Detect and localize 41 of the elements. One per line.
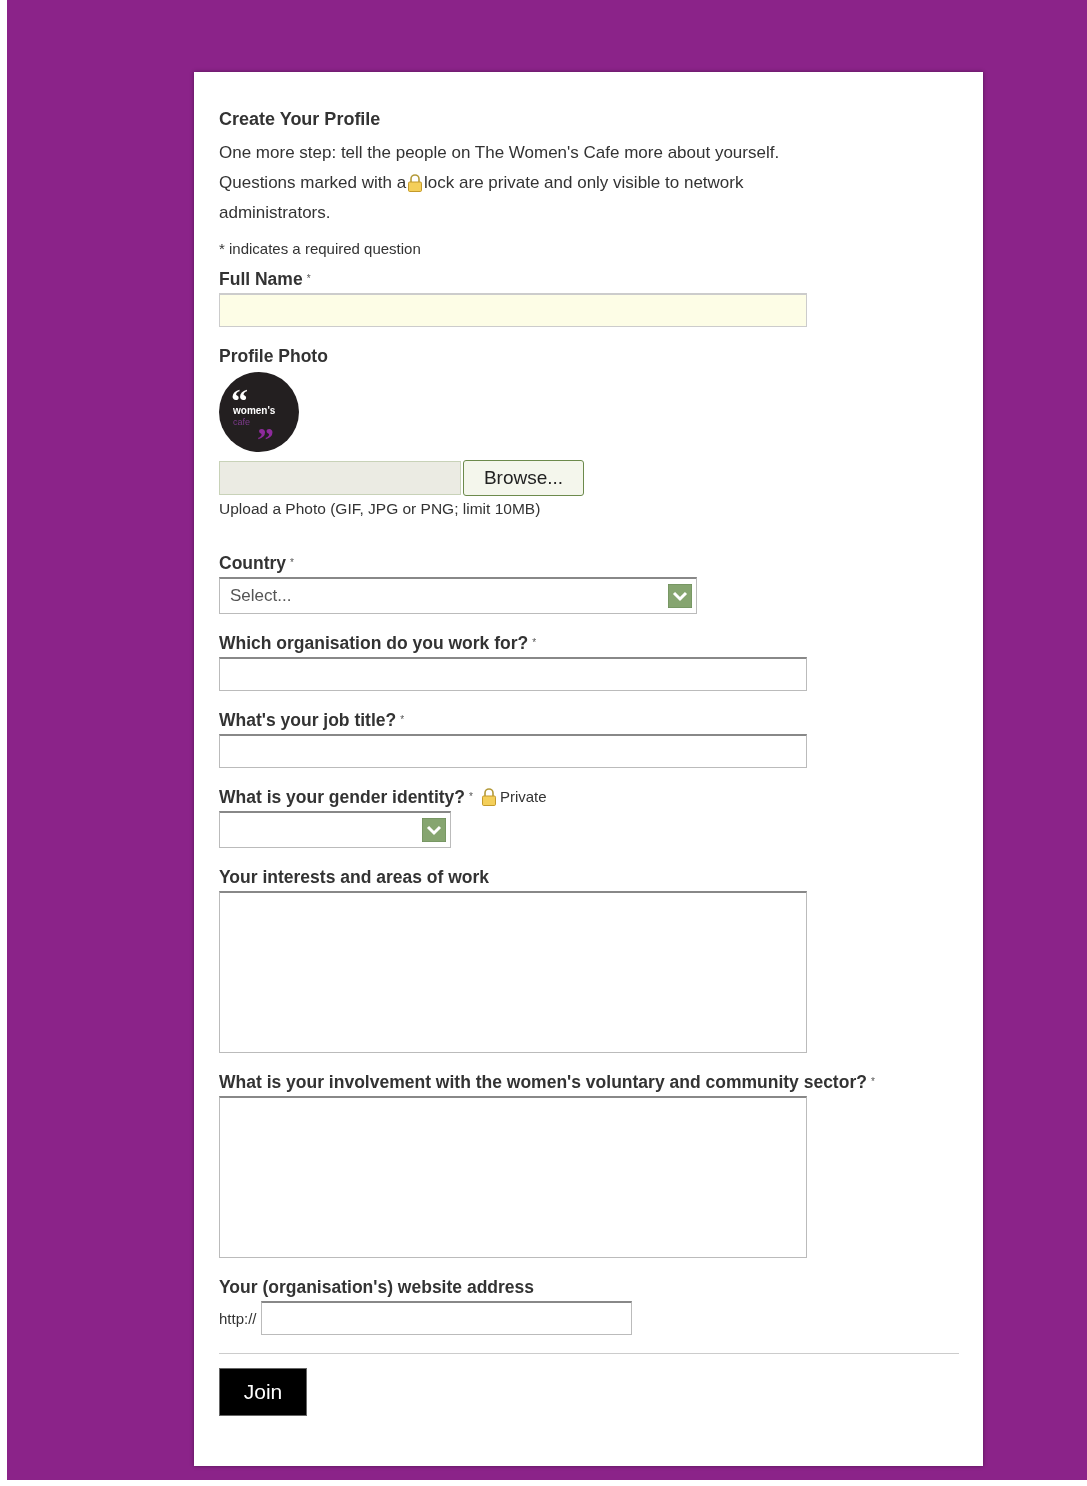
required-mark: * (870, 1075, 875, 1089)
required-note: * indicates a required question (219, 239, 422, 259)
required-mark: * (290, 556, 294, 570)
field-label: Which organisation do you work for? (219, 632, 529, 654)
form-title: Create Your Profile (219, 108, 382, 131)
text-area[interactable] (219, 891, 807, 1053)
field-label: Full Name (219, 268, 303, 290)
field-label: Your (organisation's) website address (219, 1276, 535, 1298)
browse-button[interactable]: Browse... (463, 460, 584, 496)
required-mark: * (400, 713, 405, 727)
field-label: Country (219, 552, 287, 574)
intro-text: One more step: tell the people on The Women's Cafe more about yourself. (219, 142, 780, 164)
lock-icon (480, 788, 497, 806)
profile-photo-logo: “women's cafe ” (219, 372, 299, 452)
intro-text: Questions marked with a (219, 172, 407, 194)
dropdown-arrow-icon (422, 818, 446, 842)
select-value: Select... (230, 586, 292, 606)
upload-hint: Upload a Photo (GIF, JPG or PNG; limit 10MB) (219, 500, 541, 518)
field-label: Your interests and areas of work (219, 866, 490, 888)
select-field[interactable]: Select... (219, 577, 697, 614)
lock-icon (407, 174, 424, 192)
intro-text: administrators. (219, 202, 331, 224)
text-field[interactable] (219, 734, 807, 768)
field-label: What is your gender identity? (219, 786, 465, 808)
required-mark: * (306, 272, 311, 286)
text-area[interactable] (219, 1096, 807, 1258)
required-mark: * (469, 790, 473, 804)
dropdown-arrow-icon (668, 584, 692, 608)
file-path-field[interactable] (219, 461, 461, 495)
url-prefix: http:// (219, 1309, 257, 1327)
join-button[interactable]: Join (219, 1368, 307, 1416)
text-field[interactable] (219, 293, 807, 327)
text-field[interactable] (219, 657, 807, 691)
field-label: What's your job title? (219, 709, 397, 731)
select-field[interactable] (219, 811, 451, 848)
field-label: What is your involvement with the women's voluntary and community sector? (219, 1071, 867, 1093)
private-label: Private (499, 787, 547, 807)
required-mark: * (532, 636, 537, 650)
field-label: Profile Photo (219, 345, 328, 367)
url-field[interactable] (260, 1301, 632, 1335)
intro-text: lock are private and only visible to network (424, 172, 744, 194)
